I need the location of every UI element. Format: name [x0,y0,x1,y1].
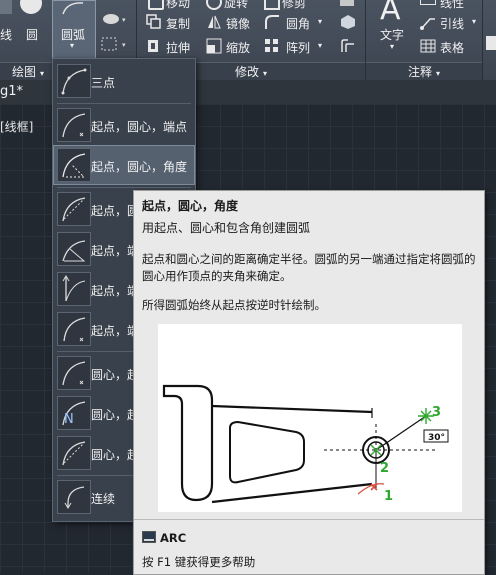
tooltip-title: 起点，圆心，角度 [142,199,239,213]
chevron-down-icon: ▾ [436,69,441,78]
text-button-label[interactable]: 文字 [380,26,404,43]
line-button-label[interactable]: 线 [0,26,12,43]
rotate-button-label[interactable]: 旋转 [224,0,248,11]
tooltip-help-text: 按 F1 键获得更多帮助 [142,555,256,569]
circle-icon[interactable] [20,0,42,14]
menu-separator [57,187,191,188]
tooltip-subtitle: 用起点、圆心和包含角创建圆弧 [142,221,311,235]
annotation-panel-title[interactable]: 注释 ▾ [366,62,482,81]
panel-divider [482,0,483,80]
modify-extra-icon[interactable] [340,0,354,6]
text-icon[interactable]: A [380,0,401,27]
command-icon [142,531,156,543]
angle-label: 30° [428,433,445,443]
leader-icon[interactable] [420,14,436,30]
move-button-label[interactable]: 移动 [166,0,190,11]
arc-button[interactable]: 圆弧 ▾ [52,0,96,60]
svg-text:▾: ▾ [122,16,126,24]
arc-option-start-center-end[interactable]: 起点，圆心，端点 [53,105,195,145]
trim-button-label[interactable]: 修剪 [282,0,306,11]
menu-separator [57,103,191,104]
linear-dim-icon[interactable] [420,0,436,5]
chevron-down-icon[interactable]: ▾ [472,17,476,26]
viewport-style-label[interactable]: [线框] [0,118,33,135]
arc-start-end-direction-icon [57,272,91,306]
line-icon[interactable] [0,0,12,14]
arc-continue-icon [57,480,91,514]
rotate-icon[interactable] [206,0,222,10]
table-button-label[interactable]: 表格 [440,39,464,56]
offset-icon[interactable] [340,38,356,54]
next-panel-icon[interactable] [486,36,496,50]
chevron-down-icon[interactable]: ▾ [390,42,394,51]
arc-start-end-radius-icon [57,312,91,346]
svg-text:N: N [64,412,74,427]
array-button-label[interactable]: 阵列 [286,39,310,56]
chevron-down-icon: ▾ [70,41,75,50]
tooltip-description: 起点和圆心之间的距离确定半径。圆弧的另一端通过指定将圆弧的圆心用作顶点的夹角来确… [142,252,476,283]
tooltip-note: 所得圆弧始终从起点按逆时针绘制。 [142,298,326,312]
ellipse-icon[interactable]: ▾ [98,12,132,26]
draw-panel-title[interactable]: 绘图 ▾ [0,62,52,81]
move-icon[interactable] [148,0,164,10]
arc-start-center-end-icon [57,108,91,142]
stretch-icon[interactable] [146,38,162,54]
mirror-icon[interactable] [206,14,222,30]
chevron-down-icon[interactable]: ▾ [318,41,322,50]
mirror-button-label[interactable]: 镜像 [226,15,250,32]
trim-icon[interactable] [264,0,280,10]
array-icon[interactable] [264,38,280,54]
tooltip-illustration: 30° 1 2 3 [158,324,462,512]
arc-start-end-angle-icon [57,232,91,266]
chevron-down-icon: ▾ [263,69,268,78]
arc-start-center-length-icon [57,192,91,226]
arc-center-start-angle-icon: N [57,396,91,430]
point-label-1: 1 [384,489,393,504]
scale-button-label[interactable]: 缩放 [226,39,250,56]
svg-text:▾: ▾ [122,41,126,49]
arc-icon [62,2,84,15]
copy-button-label[interactable]: 复制 [166,15,190,32]
stretch-button-label[interactable]: 拉伸 [166,39,190,56]
arc-center-start-end-icon [57,356,91,390]
document-tab[interactable]: g1* [0,84,23,99]
leader-button-label[interactable]: 引线 [440,15,464,32]
arc-option-three-points[interactable]: 三点 [53,61,195,101]
fillet-button-label[interactable]: 圆角 [286,15,310,32]
tooltip-divider [134,519,484,520]
hatch-icon[interactable]: ▾ [98,36,132,52]
circle-button-label[interactable]: 圆 [26,26,38,43]
chevron-down-icon: ▾ [40,69,45,78]
copy-icon[interactable] [146,14,162,30]
arc-option-start-center-angle[interactable]: 起点，圆心，角度 [53,145,195,185]
linear-button-label[interactable]: 线性 [440,0,464,11]
fillet-icon[interactable] [264,14,280,30]
point-label-3: 3 [432,405,441,420]
chevron-down-icon[interactable]: ▾ [318,17,322,26]
scale-icon[interactable] [206,38,222,54]
arc-center-start-length-icon [57,436,91,470]
tooltip-command: ARC [160,531,187,545]
arc-start-center-angle-icon [57,148,91,182]
point-label-2: 2 [380,461,389,476]
explode-icon[interactable] [340,14,356,30]
table-icon[interactable] [420,38,436,54]
arc-three-points-icon [57,64,91,98]
tooltip: 起点，圆心，角度 用起点、圆心和包含角创建圆弧 起点和圆心之间的距离确定半径。圆… [133,190,485,575]
